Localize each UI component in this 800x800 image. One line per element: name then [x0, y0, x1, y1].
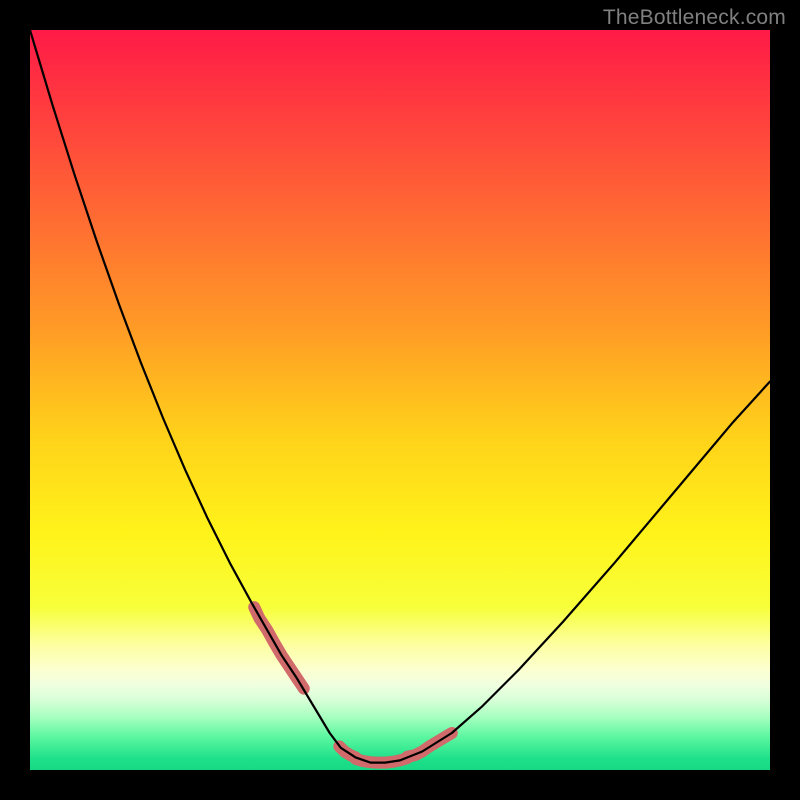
bottleneck-chart [0, 0, 800, 800]
chart-frame: TheBottleneck.com [0, 0, 800, 800]
gradient-background [30, 30, 770, 770]
watermark-text: TheBottleneck.com [603, 6, 786, 30]
